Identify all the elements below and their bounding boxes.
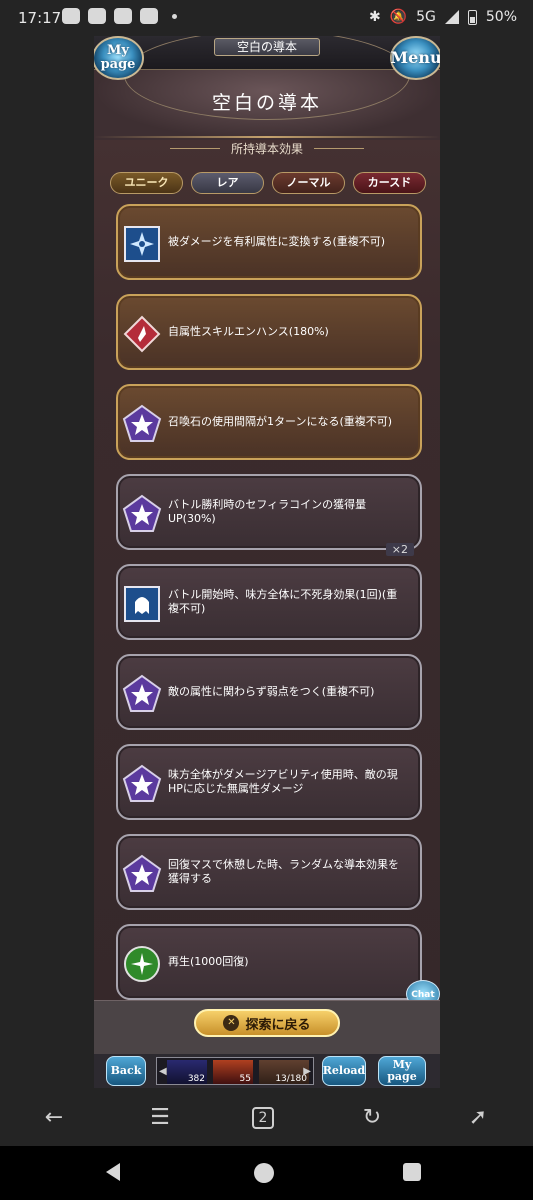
page-header: 空白の導本: [94, 36, 440, 140]
effect-card[interactable]: バトル開始時、味方全体に不死身効果(1回)(重複不可): [116, 564, 422, 640]
effect-card[interactable]: 敵の属性に関わらず弱点をつく(重複不可): [116, 654, 422, 730]
return-to-explore-label: 探索に戻る: [245, 1017, 311, 1033]
status-time: 17:17: [18, 9, 62, 27]
nav-recents-icon[interactable]: [403, 1163, 421, 1181]
back-label: Back: [110, 1064, 142, 1077]
effect-text: 回復マスで休憩した時、ランダムな導本効果を獲得する: [168, 858, 399, 885]
party-value: 13/180: [275, 1074, 307, 1084]
tab-rare[interactable]: レア: [191, 172, 264, 194]
reload-label: Reload: [322, 1064, 366, 1077]
refresh-icon[interactable]: ↻: [358, 1104, 386, 1132]
effect-text: 被ダメージを有利属性に変換する(重複不可): [168, 235, 386, 248]
effect-text: 味方全体がダメージアビリティ使用時、敵の現HPに応じた無属性ダメージ: [168, 768, 398, 795]
nav-home-icon[interactable]: [254, 1163, 274, 1183]
game-viewport: 空白の導本 My page Menu 空白の導本 所持導本効果 ユニーク レア …: [94, 36, 440, 1088]
party-slot: 382: [167, 1060, 207, 1084]
effect-text: バトル開始時、味方全体に不死身効果(1回)(重複不可): [168, 588, 398, 615]
network-label: 5G: [416, 9, 436, 25]
effect-card[interactable]: 再生(1000回復): [116, 924, 422, 1000]
effect-card[interactable]: 自属性スキルエンハンス(180%): [116, 294, 422, 370]
star-pentagon-icon: [122, 674, 162, 712]
rocket-icon[interactable]: ➚: [464, 1104, 492, 1132]
tab-unique[interactable]: ユニーク: [110, 172, 183, 194]
chevron-left-icon: ◀: [159, 1066, 167, 1077]
star-pentagon-icon: [122, 494, 162, 532]
mute-icon: 🔕: [389, 9, 408, 25]
section-subtitle: 所持導本効果: [94, 140, 440, 157]
party-slot: 55: [213, 1060, 253, 1084]
star-pentagon-icon: [122, 764, 162, 802]
effect-count-badge: ×2: [385, 543, 414, 556]
discord-icon: [62, 8, 80, 24]
effect-card[interactable]: 味方全体がダメージアビリティ使用時、敵の現HPに応じた無属性ダメージ: [116, 744, 422, 820]
party-status[interactable]: ◀ 382 55 13/180 ▶: [156, 1057, 314, 1085]
chevron-right-icon: ▶: [303, 1066, 311, 1077]
notification-icons: [62, 8, 177, 24]
footer-mypage-line2: page: [387, 1070, 417, 1083]
bluetooth-icon: ✱: [368, 9, 381, 25]
effect-text: 敵の属性に関わらず弱点をつく(重複不可): [168, 685, 375, 698]
star-pentagon-icon: [122, 404, 162, 442]
effect-card[interactable]: 召喚石の使用間隔が1ターンになる(重複不可): [116, 384, 422, 460]
effect-text: 召喚石の使用間隔が1ターンになる(重複不可): [168, 415, 393, 428]
effect-card[interactable]: 被ダメージを有利属性に変換する(重複不可): [116, 204, 422, 280]
ghost-icon: [124, 586, 160, 622]
tab-normal[interactable]: ノーマル: [272, 172, 345, 194]
sparkle-icon: [124, 946, 160, 982]
battery-label: 50%: [485, 9, 517, 25]
line-icon: [114, 8, 132, 24]
hamburger-menu-icon[interactable]: ☰: [146, 1104, 174, 1132]
crossed-swords-icon: ✕: [223, 1015, 240, 1031]
action-bar: ✕ 探索に戻る: [94, 1000, 440, 1054]
return-to-explore-button[interactable]: ✕ 探索に戻る: [194, 1009, 340, 1037]
party-value: 55: [239, 1074, 251, 1084]
nav-back-icon[interactable]: [106, 1163, 120, 1181]
crystal-icon: [123, 315, 161, 353]
tax-icon: [140, 8, 158, 24]
signal-icon: [444, 10, 459, 24]
rarity-tabs: ユニーク レア ノーマル カースド: [110, 172, 426, 194]
discord-icon: [88, 8, 106, 24]
game-footer: Back ◀ 382 55 13/180 ▶ Reload My page: [94, 1054, 440, 1088]
more-notifications-icon: [172, 13, 177, 19]
party-value: 382: [187, 1074, 205, 1084]
status-right: ✱ 🔕 5G 50%: [369, 9, 517, 25]
header-divider: [94, 136, 440, 138]
mypage-button[interactable]: My page: [94, 36, 144, 80]
tab-count-icon[interactable]: 2: [252, 1107, 274, 1129]
effect-text: 再生(1000回復): [168, 955, 249, 968]
star-pentagon-icon: [122, 854, 162, 892]
mypage-label-line2: page: [100, 57, 136, 72]
effect-card[interactable]: バトル勝利時のセフィラコインの獲得量UP(30%) ×2: [116, 474, 422, 556]
party-slot: 13/180: [259, 1060, 309, 1084]
tab-cursed[interactable]: カースド: [353, 172, 426, 194]
effect-card[interactable]: 回復マスで休憩した時、ランダムな導本効果を獲得する: [116, 834, 422, 910]
mypage-label-line1: My: [107, 43, 129, 58]
footer-mypage-button[interactable]: My page: [378, 1056, 426, 1086]
menu-label: Menu: [390, 48, 440, 67]
effect-text: バトル勝利時のセフィラコインの獲得量UP(30%): [168, 498, 367, 525]
menu-button[interactable]: Menu: [390, 36, 440, 80]
battery-icon: [467, 9, 477, 25]
android-nav-bar: [0, 1146, 533, 1200]
arrow-left-icon[interactable]: ←: [40, 1104, 68, 1132]
reload-button[interactable]: Reload: [322, 1056, 366, 1086]
browser-toolbar: ← ☰ 2 ↻ ➚: [0, 1088, 533, 1146]
effect-text: 自属性スキルエンハンス(180%): [168, 325, 329, 338]
back-button[interactable]: Back: [106, 1056, 146, 1086]
page-title: 空白の導本: [211, 92, 322, 114]
android-status-bar: 17:17 ✱ 🔕 5G 50%: [0, 0, 533, 36]
pinwheel-icon: [124, 226, 160, 262]
